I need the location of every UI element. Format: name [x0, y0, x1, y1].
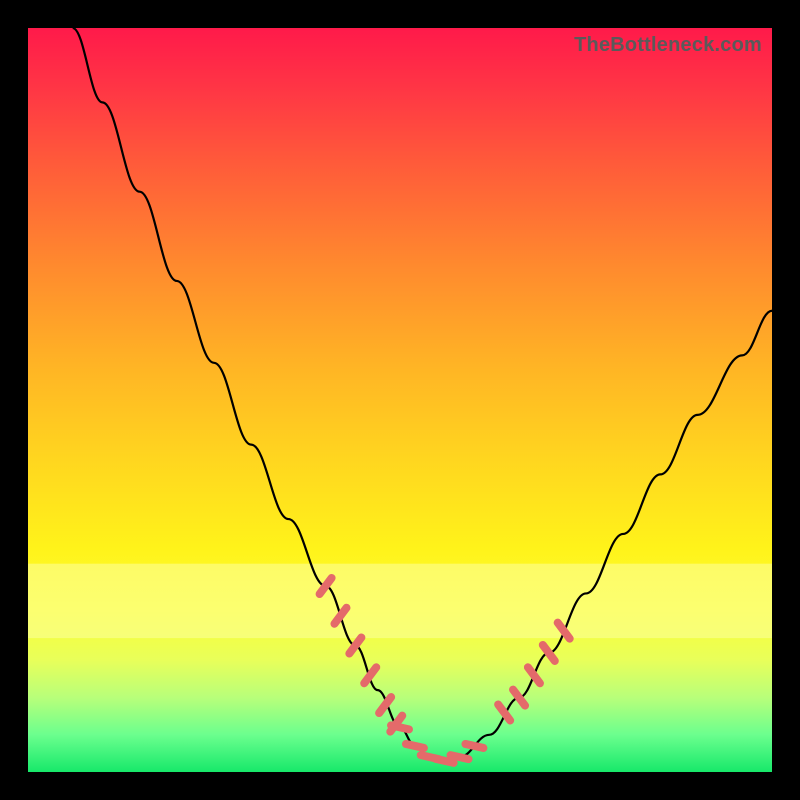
highlight-band — [28, 564, 772, 638]
watermark-text: TheBottleneck.com — [574, 34, 762, 57]
highlight-tick — [406, 744, 424, 748]
highlight-tick — [436, 759, 454, 763]
highlight-tick — [465, 744, 483, 748]
bottleneck-curve — [73, 28, 772, 761]
chart-area: TheBottleneck.com — [28, 28, 772, 772]
plot-svg — [28, 28, 772, 772]
highlight-tick — [391, 725, 409, 729]
highlight-tick — [543, 645, 555, 661]
highlight-tick — [528, 667, 540, 683]
highlight-tick — [451, 755, 469, 759]
highlight-tick — [513, 690, 525, 706]
